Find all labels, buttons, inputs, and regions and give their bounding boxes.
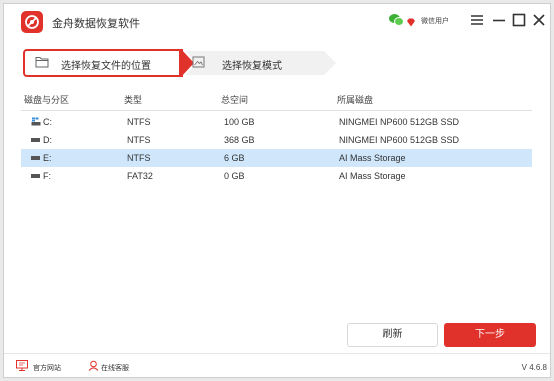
total-size: 100 GB (224, 117, 255, 127)
vip-diamond-icon[interactable] (406, 14, 416, 32)
next-step-button[interactable]: 下一步 (444, 323, 536, 347)
folder-icon (35, 57, 49, 68)
minimize-icon[interactable] (491, 12, 507, 28)
column-header-type[interactable]: 类型 (124, 93, 142, 106)
official-website-link[interactable]: 官方网站 (33, 363, 61, 373)
table-row[interactable]: F: FAT32 0 GB AI Mass Storage (21, 167, 532, 185)
refresh-button[interactable]: 刷新 (347, 323, 438, 347)
table-row[interactable]: D: NTFS 368 GB NINGMEI NP600 512GB SSD (21, 131, 532, 149)
step-1-label: 选择恢复文件的位置 (61, 61, 151, 72)
table-row[interactable]: E: NTFS 6 GB AI Mass Storage (21, 149, 532, 167)
column-header-disk[interactable]: 所属磁盘 (337, 93, 373, 106)
close-icon[interactable] (531, 12, 547, 28)
customer-service-icon[interactable] (88, 360, 99, 371)
drive-icon (31, 174, 40, 178)
drive-letter: C: (43, 117, 52, 127)
disk-name: AI Mass Storage (339, 153, 406, 163)
disk-name: AI Mass Storage (339, 171, 406, 181)
step-indicator: 选择恢复文件的位置 选择恢复模式 (23, 49, 336, 77)
online-support-link[interactable]: 在线客服 (101, 363, 129, 373)
total-size: 368 GB (224, 135, 255, 145)
website-icon[interactable] (16, 360, 28, 371)
app-title: 金舟数据恢复软件 (52, 18, 140, 30)
system-drive-icon (31, 117, 41, 126)
disk-name: NINGMEI NP600 512GB SSD (339, 117, 460, 127)
drive-icon (31, 138, 40, 142)
footer-bar: 官方网站 在线客服 V 4.6.8 (4, 353, 550, 379)
column-header-partition[interactable]: 磁盘与分区 (24, 93, 69, 106)
drive-letter: F: (43, 171, 51, 181)
fs-type: FAT32 (127, 171, 153, 181)
app-logo-icon (21, 11, 43, 33)
partition-table: 磁盘与分区 类型 总空间 所属磁盘 C: NTFS 100 GB NINGMEI… (21, 89, 532, 185)
image-icon (192, 56, 205, 68)
user-name[interactable]: 微信用户 (421, 16, 449, 26)
fs-type: NTFS (127, 135, 151, 145)
table-row[interactable]: C: NTFS 100 GB NINGMEI NP600 512GB SSD (21, 113, 532, 131)
drive-letter: D: (43, 135, 52, 145)
drive-letter: E: (43, 153, 52, 163)
maximize-icon[interactable] (511, 12, 527, 28)
total-size: 6 GB (224, 153, 245, 163)
disk-name: NINGMEI NP600 512GB SSD (339, 135, 460, 145)
title-bar: 金舟数据恢复软件 微信用户 (4, 4, 550, 38)
total-size: 0 GB (224, 171, 245, 181)
menu-icon[interactable] (469, 12, 485, 28)
fs-type: NTFS (127, 153, 151, 163)
drive-icon (31, 156, 40, 160)
app-window: 金舟数据恢复软件 微信用户 选择恢复文件的位置 选择恢复模式 磁盘与分区 类型 … (3, 3, 551, 378)
step-2-label[interactable]: 选择恢复模式 (222, 57, 282, 72)
table-header: 磁盘与分区 类型 总空间 所属磁盘 (21, 89, 532, 111)
wechat-icon (389, 14, 404, 26)
version-label: V 4.6.8 (521, 363, 547, 372)
fs-type: NTFS (127, 117, 151, 127)
column-header-size[interactable]: 总空间 (221, 93, 248, 106)
